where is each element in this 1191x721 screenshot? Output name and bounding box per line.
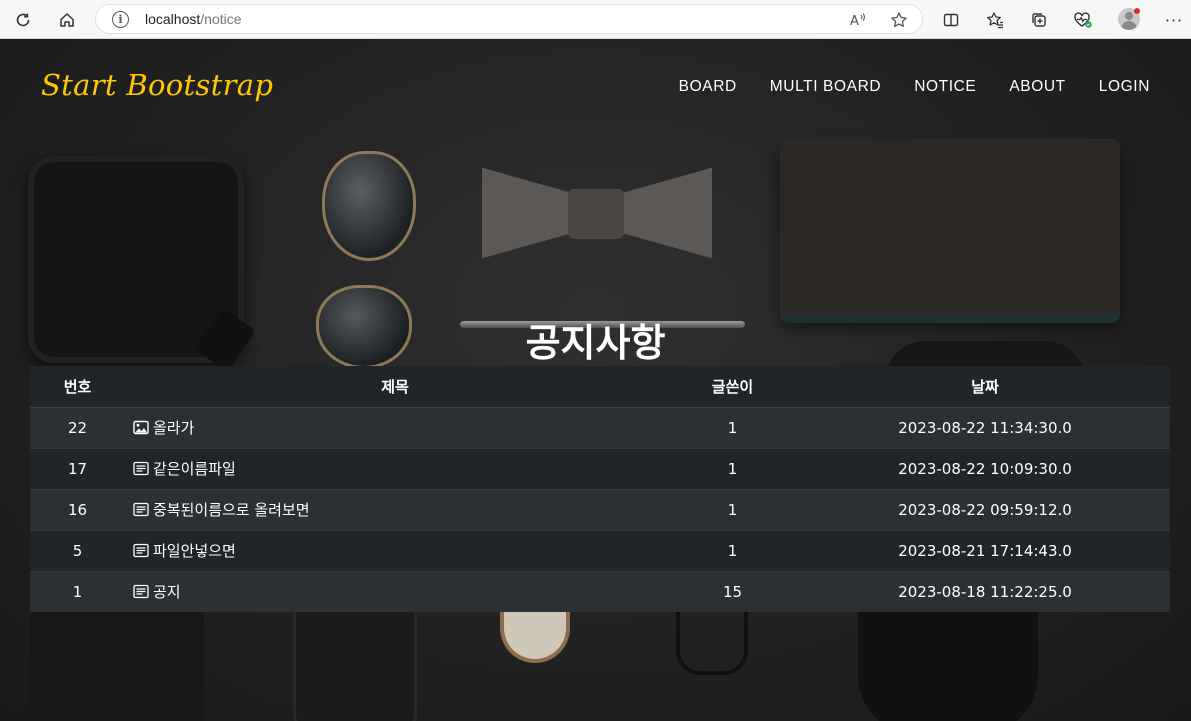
- profile-notification-dot: [1134, 8, 1140, 14]
- row-number: 22: [30, 406, 125, 448]
- table-header-row: 번호 제목 글쓴이 날짜: [30, 366, 1170, 408]
- row-writer: 1: [665, 406, 800, 448]
- table-row[interactable]: 1 공지 15 2023-08-18 11:22:25.0: [30, 570, 1170, 612]
- column-header-writer: 글쓴이: [665, 366, 800, 408]
- address-bar[interactable]: i localhost/notice A: [95, 4, 923, 34]
- row-title-cell[interactable]: 올라가: [125, 406, 665, 448]
- site-info-icon[interactable]: i: [112, 11, 129, 28]
- table-row[interactable]: 22 올라가 1 2023-08-22 11:34:30.0: [30, 406, 1170, 448]
- row-writer: 1: [665, 488, 800, 530]
- row-date: 2023-08-18 11:22:25.0: [800, 570, 1170, 612]
- wallet-bottom-image: [30, 609, 204, 721]
- sunglasses-lens-image: [322, 151, 416, 261]
- row-date: 2023-08-21 17:14:43.0: [800, 529, 1170, 571]
- row-title-link[interactable]: 같은이름파일: [153, 460, 236, 478]
- column-header-title: 제목: [125, 366, 665, 408]
- nav-item-notice[interactable]: NOTICE: [914, 78, 976, 96]
- refresh-icon[interactable]: [9, 6, 37, 34]
- row-writer: 1: [665, 447, 800, 489]
- table-row[interactable]: 16 중복된이름으로 올려보면 1 2023-08-22 09:59:12.0: [30, 488, 1170, 530]
- nav-item-board[interactable]: BOARD: [679, 78, 737, 96]
- glasses-image: [676, 611, 748, 675]
- row-title-link[interactable]: 파일안넣으면: [153, 542, 236, 560]
- nav-item-about[interactable]: ABOUT: [1009, 78, 1065, 96]
- notice-table: 번호 제목 글쓴이 날짜 22 올라가 1 2023-08-22 11:34:3…: [30, 366, 1170, 612]
- favorite-star-icon[interactable]: [888, 9, 910, 31]
- row-writer: 1: [665, 529, 800, 571]
- split-screen-icon[interactable]: [937, 6, 965, 34]
- row-date: 2023-08-22 10:09:30.0: [800, 447, 1170, 489]
- notebook-image: [780, 139, 1120, 315]
- document-icon: [133, 584, 149, 603]
- watch-image: [500, 605, 570, 663]
- row-title-link[interactable]: 올라가: [153, 419, 194, 437]
- favorites-icon[interactable]: [981, 6, 1009, 34]
- bowtie-knot-image: [568, 189, 624, 239]
- image-icon: [133, 420, 149, 439]
- url-path: /notice: [200, 11, 242, 27]
- row-number: 16: [30, 488, 125, 530]
- read-aloud-icon[interactable]: A: [848, 9, 870, 31]
- headphones-image: [858, 609, 1038, 721]
- document-icon: [133, 502, 149, 521]
- column-header-number: 번호: [30, 366, 125, 408]
- more-options-icon[interactable]: ···: [1160, 6, 1188, 34]
- row-title-cell[interactable]: 파일안넣으면: [125, 529, 665, 571]
- row-date: 2023-08-22 09:59:12.0: [800, 488, 1170, 530]
- row-date: 2023-08-22 11:34:30.0: [800, 406, 1170, 448]
- row-number: 5: [30, 529, 125, 571]
- row-number: 1: [30, 570, 125, 612]
- nav-item-multi-board[interactable]: MULTI BOARD: [770, 78, 881, 96]
- url-text: localhost/notice: [145, 11, 242, 27]
- svg-text:A: A: [850, 14, 859, 28]
- browser-toolbar: i localhost/notice A ···: [0, 0, 1191, 39]
- table-row[interactable]: 5 파일안넣으면 1 2023-08-21 17:14:43.0: [30, 529, 1170, 571]
- table-row[interactable]: 17 같은이름파일 1 2023-08-22 10:09:30.0: [30, 447, 1170, 489]
- row-title-link[interactable]: 중복된이름으로 올려보면: [153, 501, 310, 519]
- column-header-date: 날짜: [800, 366, 1170, 408]
- row-title-cell[interactable]: 같은이름파일: [125, 447, 665, 489]
- row-writer: 15: [665, 570, 800, 612]
- document-icon: [133, 461, 149, 480]
- row-number: 17: [30, 447, 125, 489]
- document-icon: [133, 543, 149, 562]
- page-title: 공지사항: [525, 321, 666, 365]
- url-host: localhost: [145, 11, 201, 27]
- collections-icon[interactable]: [1025, 6, 1053, 34]
- main-nav: BOARD MULTI BOARD NOTICE ABOUT LOGIN: [646, 78, 1150, 96]
- home-icon[interactable]: [53, 6, 81, 34]
- nav-item-login[interactable]: LOGIN: [1099, 78, 1150, 96]
- row-title-cell[interactable]: 중복된이름으로 올려보면: [125, 488, 665, 530]
- phone-image: [293, 605, 417, 721]
- row-title-link[interactable]: 공지: [153, 583, 181, 601]
- row-title-cell[interactable]: 공지: [125, 570, 665, 612]
- brand-logo[interactable]: Start Bootstrap: [41, 68, 273, 102]
- browser-essentials-icon[interactable]: [1069, 6, 1097, 34]
